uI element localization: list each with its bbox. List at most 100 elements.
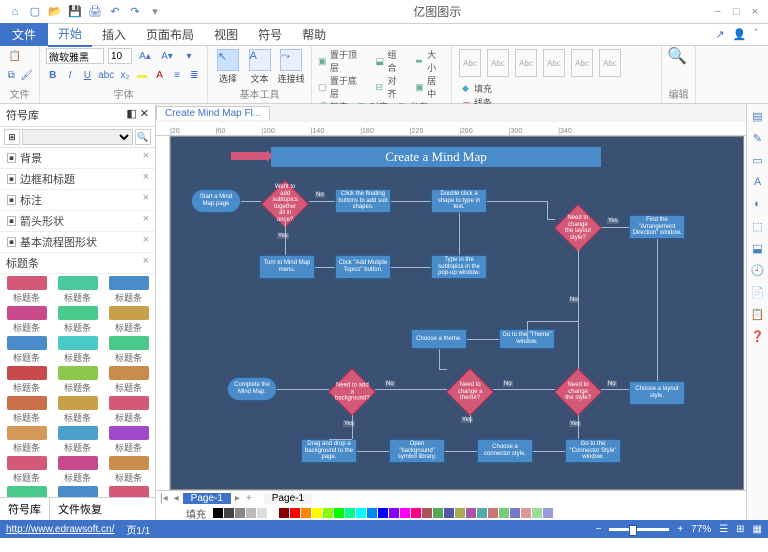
color-swatch[interactable]: [312, 508, 322, 518]
italic-button[interactable]: I: [63, 67, 76, 83]
page-next-icon[interactable]: ▸: [233, 493, 242, 504]
color-swatch[interactable]: [367, 508, 377, 518]
document-tab[interactable]: Create Mind Map Fl...: [156, 106, 270, 120]
color-swatch[interactable]: [499, 508, 509, 518]
shape-item[interactable]: 标题条: [53, 396, 102, 424]
view-icon[interactable]: ▦: [753, 524, 762, 535]
open-icon[interactable]: 📂: [48, 5, 62, 19]
node-n12[interactable]: Choose a connector style.: [477, 439, 533, 463]
sidebar-category[interactable]: ▣ 边框和标题×: [0, 169, 155, 190]
node-n2[interactable]: Double click a shape to type in text.: [431, 189, 487, 213]
color-swatch[interactable]: [268, 508, 278, 518]
sub-button[interactable]: x₂: [118, 67, 131, 83]
text-tool[interactable]: A文本: [246, 48, 274, 86]
sidebar-category[interactable]: ▣ 基本流程图形状×: [0, 232, 155, 253]
underline-button[interactable]: U: [81, 67, 94, 83]
font-shrink-icon[interactable]: A▾: [158, 48, 176, 64]
node-n11[interactable]: Open "background" symbol library.: [389, 439, 445, 463]
color-swatch[interactable]: [477, 508, 487, 518]
close-button[interactable]: ×: [752, 6, 758, 18]
node-n5[interactable]: Click "Add Mutiple Topics" button.: [335, 255, 391, 279]
page-first-icon[interactable]: |◂: [158, 493, 170, 504]
node-n1[interactable]: Click the floating buttons to add sub sh…: [335, 189, 391, 213]
shape-item[interactable]: 标题条: [2, 486, 51, 497]
sidebar-layout-icon[interactable]: ◧: [126, 108, 136, 120]
color-swatch[interactable]: [378, 508, 388, 518]
diagram-title[interactable]: Create a Mind Map: [271, 147, 601, 167]
sidebar-add-icon[interactable]: ⊞: [4, 129, 20, 145]
shape-item[interactable]: 标题条: [104, 306, 153, 334]
color-swatch[interactable]: [345, 508, 355, 518]
right-panel-icon[interactable]: 📄: [750, 284, 766, 300]
sidebar-close-icon[interactable]: ✕: [140, 108, 149, 120]
shape-item[interactable]: 标题条: [2, 456, 51, 484]
right-panel-icon[interactable]: ▭: [750, 152, 766, 168]
shape-item[interactable]: 标题条: [53, 456, 102, 484]
color-swatch[interactable]: [235, 508, 245, 518]
sidebar-tab-library[interactable]: 符号库: [0, 498, 50, 520]
right-panel-icon[interactable]: ✎: [750, 130, 766, 146]
sidebar-category[interactable]: ▣ 标注×: [0, 190, 155, 211]
style-swatch[interactable]: Abc: [459, 49, 481, 77]
color-swatch[interactable]: [334, 508, 344, 518]
shape-item[interactable]: 标题条: [53, 366, 102, 394]
menu-insert[interactable]: 插入: [92, 23, 136, 46]
file-menu[interactable]: 文件: [0, 23, 48, 46]
node-start[interactable]: Start a Mind Map page: [191, 189, 241, 213]
shape-item[interactable]: 标题条: [104, 276, 153, 304]
canvas[interactable]: Create a Mind Map Start a Mind Map page …: [170, 136, 744, 490]
shape-item[interactable]: 标题条: [104, 456, 153, 484]
font-family-select[interactable]: [46, 48, 104, 64]
right-panel-icon[interactable]: ⬚: [750, 218, 766, 234]
bullets-icon[interactable]: ≡: [170, 67, 183, 83]
color-swatch[interactable]: [323, 508, 333, 518]
node-n10[interactable]: Drag and drop a background to the page.: [301, 439, 357, 463]
color-swatch[interactable]: [213, 508, 223, 518]
shape-item[interactable]: 标题条: [104, 486, 153, 497]
menu-symbol[interactable]: 符号: [248, 23, 292, 46]
style-swatch[interactable]: Abc: [487, 49, 509, 77]
shape-item[interactable]: 标题条: [53, 336, 102, 364]
color-swatch[interactable]: [389, 508, 399, 518]
shape-item[interactable]: 标题条: [53, 276, 102, 304]
sidebar-search-icon[interactable]: 🔍: [135, 129, 151, 145]
font-size-select[interactable]: [108, 48, 132, 64]
sidebar-search-select[interactable]: [22, 129, 133, 145]
menu-help[interactable]: 帮助: [292, 23, 336, 46]
style-swatch[interactable]: Abc: [515, 49, 537, 77]
shape-item[interactable]: 标题条: [2, 306, 51, 334]
new-icon[interactable]: ▢: [28, 5, 42, 19]
highlight-icon[interactable]: ▬: [136, 67, 149, 83]
shape-item[interactable]: 标题条: [104, 396, 153, 424]
brush-icon[interactable]: 🖌: [20, 67, 33, 83]
node-n7[interactable]: Choose a theme.: [411, 329, 467, 349]
right-panel-icon[interactable]: A: [750, 174, 766, 190]
color-swatch[interactable]: [279, 508, 289, 518]
color-swatch[interactable]: [444, 508, 454, 518]
bold-button[interactable]: B: [46, 67, 59, 83]
sidebar-category[interactable]: 标题条×: [0, 253, 155, 274]
node-dec2[interactable]: Need to change the layout style?: [554, 204, 602, 252]
connector-tool[interactable]: ⤳连接线: [277, 48, 305, 86]
undo-icon[interactable]: ↶: [108, 5, 122, 19]
shape-item[interactable]: 标题条: [2, 396, 51, 424]
node-n9[interactable]: Choose a layout style.: [629, 381, 685, 405]
color-swatch[interactable]: [466, 508, 476, 518]
node-n13[interactable]: Go to the "Connector Style" window.: [565, 439, 621, 463]
page-tab-active[interactable]: Page-1: [183, 493, 231, 504]
zoom-out-icon[interactable]: −: [595, 524, 601, 535]
view-icon[interactable]: ☰: [719, 524, 728, 535]
color-swatch[interactable]: [224, 508, 234, 518]
view-icon[interactable]: ⊞: [736, 524, 744, 535]
qat-more-icon[interactable]: ▾: [148, 5, 162, 19]
font-color-icon[interactable]: A: [153, 67, 166, 83]
sidebar-category[interactable]: ▣ 箭头形状×: [0, 211, 155, 232]
shape-item[interactable]: 标题条: [53, 426, 102, 454]
collapse-ribbon-icon[interactable]: ˆ: [754, 28, 758, 41]
node-end[interactable]: Complete the Mind Map.: [227, 377, 277, 401]
sidebar-tab-recovery[interactable]: 文件恢复: [50, 498, 110, 520]
node-n6[interactable]: Type in the subtopics in the pop-up wind…: [431, 255, 487, 279]
redo-icon[interactable]: ↷: [128, 5, 142, 19]
font-more-icon[interactable]: ▾: [180, 48, 198, 64]
shape-item[interactable]: 标题条: [2, 426, 51, 454]
